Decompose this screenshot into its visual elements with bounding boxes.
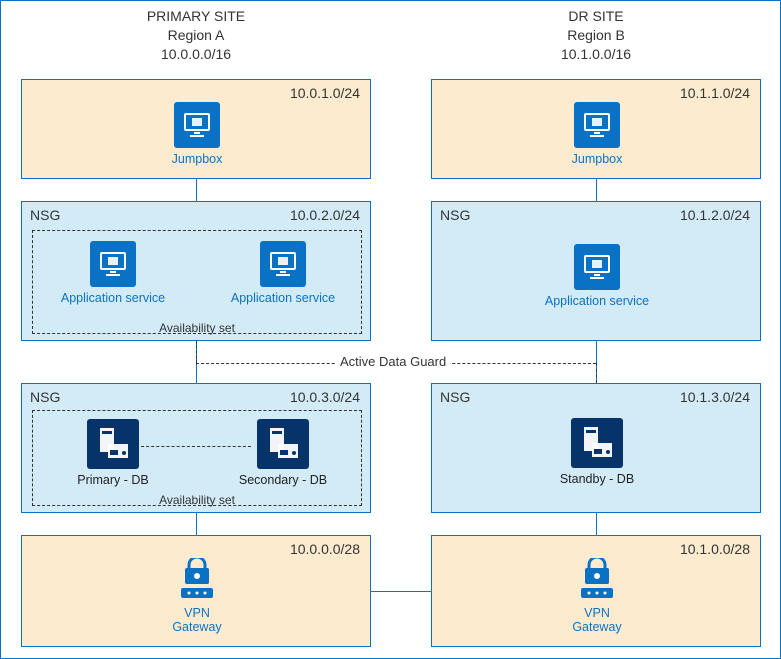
dr-title: DR SITE	[431, 7, 761, 26]
primary-jump-cidr: 10.0.1.0/24	[290, 85, 360, 101]
primary-app-cidr: 10.0.2.0/24	[290, 207, 360, 223]
dr-app: Application service	[537, 244, 657, 308]
primary-app-avset-label: Availability set	[159, 321, 235, 335]
primary-db-cidr: 10.0.3.0/24	[290, 389, 360, 405]
connector-adg	[596, 363, 597, 383]
dr-site-header: DR SITE Region B 10.1.0.0/16	[431, 7, 761, 64]
dr-app-nsg: NSG	[440, 207, 470, 223]
primary-cidr: 10.0.0.0/16	[21, 45, 371, 64]
dr-app-label: Application service	[537, 294, 657, 308]
connector	[596, 179, 597, 201]
connector-db-ha	[141, 446, 251, 447]
primary-db-avset: Availability set Primary - DB Secondary …	[32, 410, 362, 506]
connector-vpn-link	[371, 591, 431, 592]
vpn-gateway-icon	[577, 558, 617, 602]
vm-icon	[260, 241, 306, 287]
primary-app2-label: Application service	[223, 291, 343, 305]
vpn-gateway-icon	[177, 558, 217, 602]
connector	[596, 513, 597, 535]
active-data-guard-label: Active Data Guard	[336, 354, 450, 369]
dr-cidr: 10.1.0.0/16	[431, 45, 761, 64]
dr-db: Standby - DB	[537, 418, 657, 486]
primary-title: PRIMARY SITE	[21, 7, 371, 26]
primary-app2: Application service	[223, 241, 343, 305]
dr-jump-cidr: 10.1.1.0/24	[680, 85, 750, 101]
primary-gw-cidr: 10.0.0.0/28	[290, 541, 360, 557]
vm-icon	[574, 244, 620, 290]
diagram-canvas: PRIMARY SITE Region A 10.0.0.0/16 DR SIT…	[0, 0, 781, 659]
db-server-icon	[87, 419, 139, 469]
dr-gw-label: VPN Gateway	[537, 606, 657, 635]
connector	[196, 513, 197, 535]
dr-jump-tier: 10.1.1.0/24 Jumpbox	[431, 79, 761, 179]
connector	[196, 179, 197, 201]
dr-app-tier: NSG 10.1.2.0/24 Application service	[431, 201, 761, 341]
primary-region: Region A	[21, 26, 371, 45]
dr-region: Region B	[431, 26, 761, 45]
primary-db-tier: NSG 10.0.3.0/24 Availability set Primary…	[21, 383, 371, 513]
dr-gw-tier: 10.1.0.0/28 VPN Gateway	[431, 535, 761, 647]
primary-db1: Primary - DB	[53, 419, 173, 487]
db-server-icon	[257, 419, 309, 469]
primary-vpn-gateway: VPN Gateway	[137, 558, 257, 635]
primary-app-avset: Availability set Application service App…	[32, 230, 362, 334]
primary-app-nsg: NSG	[30, 207, 60, 223]
connector-adg	[196, 341, 197, 363]
vm-icon	[90, 241, 136, 287]
primary-app1: Application service	[53, 241, 173, 305]
dr-gw-cidr: 10.1.0.0/28	[680, 541, 750, 557]
vm-icon	[174, 102, 220, 148]
dr-db-nsg: NSG	[440, 389, 470, 405]
dr-app-cidr: 10.1.2.0/24	[680, 207, 750, 223]
primary-db2: Secondary - DB	[223, 419, 343, 487]
primary-site-header: PRIMARY SITE Region A 10.0.0.0/16	[21, 7, 371, 64]
dr-jumpbox-label: Jumpbox	[537, 152, 657, 166]
primary-gw-label: VPN Gateway	[137, 606, 257, 635]
primary-jump-tier: 10.0.1.0/24 Jumpbox	[21, 79, 371, 179]
dr-jumpbox: Jumpbox	[537, 102, 657, 166]
primary-db-avset-label: Availability set	[159, 493, 235, 507]
dr-db-tier: NSG 10.1.3.0/24 Standby - DB	[431, 383, 761, 513]
db-server-icon	[571, 418, 623, 468]
primary-db-nsg: NSG	[30, 389, 60, 405]
primary-db2-label: Secondary - DB	[223, 473, 343, 487]
primary-app-tier: NSG 10.0.2.0/24 Availability set Applica…	[21, 201, 371, 341]
dr-vpn-gateway: VPN Gateway	[537, 558, 657, 635]
primary-db1-label: Primary - DB	[53, 473, 173, 487]
dr-db-cidr: 10.1.3.0/24	[680, 389, 750, 405]
primary-app1-label: Application service	[53, 291, 173, 305]
primary-gw-tier: 10.0.0.0/28 VPN Gateway	[21, 535, 371, 647]
vm-icon	[574, 102, 620, 148]
primary-jumpbox-label: Jumpbox	[137, 152, 257, 166]
primary-jumpbox: Jumpbox	[137, 102, 257, 166]
dr-db-label: Standby - DB	[537, 472, 657, 486]
